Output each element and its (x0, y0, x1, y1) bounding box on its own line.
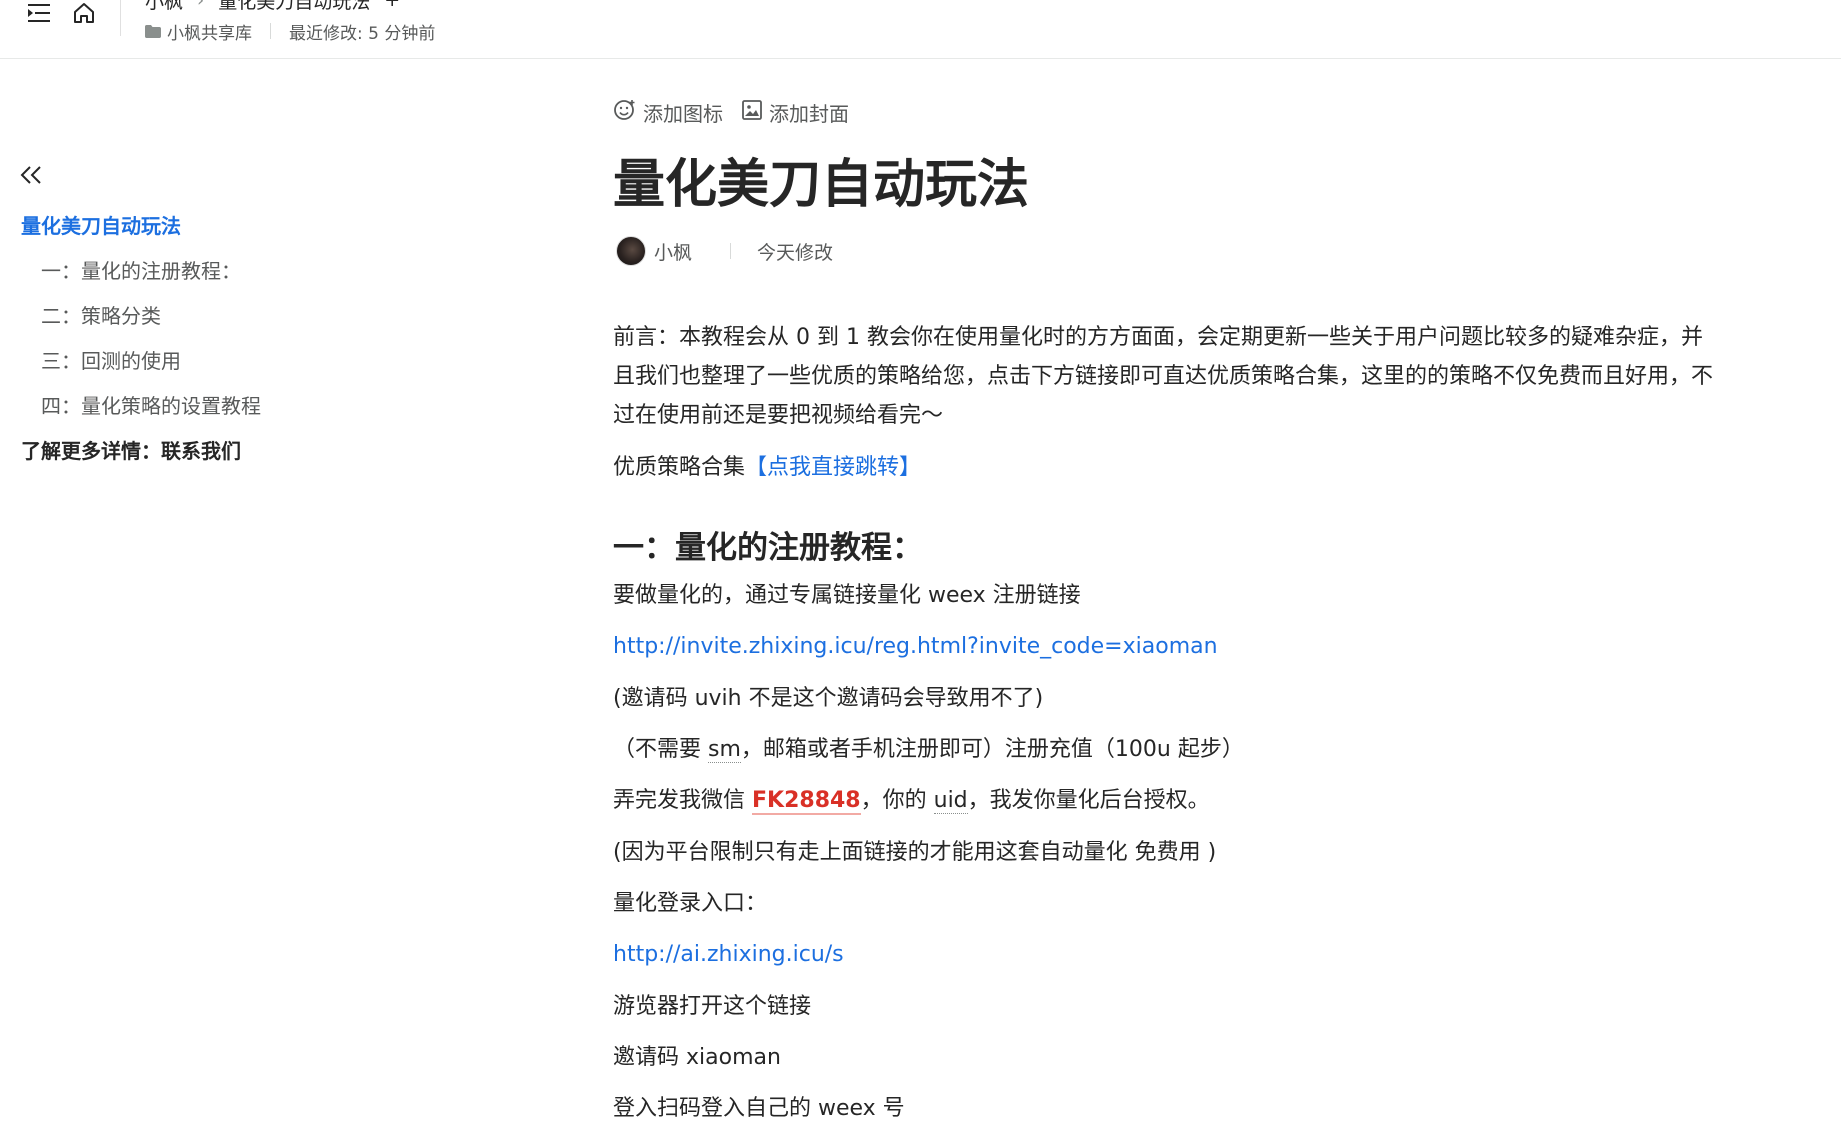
register-link[interactable]: http://invite.zhixing.icu/reg.html?invit… (613, 634, 1218, 659)
author-divider (730, 243, 732, 259)
collection-prefix: 优质策略合集 (613, 455, 746, 480)
text-fragment: ，你的 (860, 788, 934, 813)
toc-item-contact[interactable]: 了解更多详情：联系我们 (21, 427, 521, 472)
author-row: 小枫 今天修改 (616, 236, 833, 266)
breadcrumb-item-user[interactable]: 小枫 (145, 0, 183, 14)
paragraph-invite-code: 邀请码 xiaoman (613, 1045, 781, 1070)
paragraph-platform-note: (因为平台限制只有走上面链接的才能用这套自动量化 免费用 ) (613, 840, 1217, 865)
paragraph-login-scan: 登入扫码登入自己的 weex 号 (613, 1096, 905, 1121)
table-of-contents: 量化美刀自动玩法 一：量化的注册教程： 二：策略分类 三：回测的使用 四：量化策… (21, 202, 521, 472)
collection-paragraph: 优质策略合集【点我直接跳转】 (613, 448, 921, 487)
breadcrumb-item-doc[interactable]: 量化美刀自动玩法 (218, 0, 370, 14)
intro-line-3: 过在使用前还是要把视频给看完～ (613, 403, 944, 428)
text-fragment: ，我发你量化后台授权。 (967, 788, 1210, 813)
add-cover-button[interactable]: 添加封面 (741, 98, 849, 127)
author-name[interactable]: 小枫 (654, 238, 692, 265)
breadcrumb-separator: › (197, 0, 205, 11)
collapse-left-icon[interactable] (16, 160, 46, 190)
text-fragment: （不需要 (613, 737, 708, 762)
page-title: 量化美刀自动玩法 (613, 155, 1030, 215)
modified-time: 今天修改 (757, 241, 834, 264)
text-fragment: ，邮箱或者手机注册即可）注册充值（100u 起步） (740, 737, 1244, 762)
register-link-paragraph: http://invite.zhixing.icu/reg.html?invit… (613, 627, 1218, 666)
image-icon (741, 99, 763, 126)
collection-link[interactable]: 【点我直接跳转】 (745, 455, 921, 480)
folder-icon (145, 24, 161, 38)
header-divider (120, 0, 121, 36)
smile-icon (613, 98, 637, 127)
paragraph-wechat: 弄完发我微信 FK28848，你的 uid，我发你量化后台授权。 (613, 781, 1210, 820)
toc-item-register[interactable]: 一：量化的注册教程： (21, 247, 521, 292)
toc-item-settings[interactable]: 四：量化策略的设置教程 (21, 382, 521, 427)
toc-item-title[interactable]: 量化美刀自动玩法 (21, 202, 521, 247)
toc-item-strategy-types[interactable]: 二：策略分类 (21, 292, 521, 337)
add-icon-button[interactable]: 添加图标 (613, 98, 723, 127)
paragraph-register-intro: 要做量化的，通过专属链接量化 weex 注册链接 (613, 583, 1081, 608)
home-icon[interactable] (71, 0, 97, 26)
add-icon-label: 添加图标 (643, 102, 723, 126)
toc-toggle-icon[interactable] (26, 0, 52, 26)
doc-actions: 添加图标 添加封面 (613, 98, 849, 127)
breadcrumb: 小枫 › 量化美刀自动玩法 + (145, 0, 400, 14)
section-heading-register: 一：量化的注册教程： (613, 530, 923, 566)
doc-meta: 小枫共享库 最近修改: 5 分钟前 (145, 18, 435, 44)
wechat-id: FK28848 (752, 788, 861, 815)
paragraph-open-browser: 游览器打开这个链接 (613, 994, 812, 1019)
intro-line-1: 前言：本教程会从 0 到 1 教会你在使用量化时的方方面面，会定期更新一些关于用… (613, 325, 1703, 350)
paragraph-register-method: （不需要 sm，邮箱或者手机注册即可）注册充值（100u 起步） (613, 730, 1244, 769)
login-link-paragraph: http://ai.zhixing.icu/s (613, 935, 844, 974)
meta-divider (270, 23, 271, 39)
add-cover-label: 添加封面 (769, 102, 849, 126)
term-sm: sm (708, 737, 741, 763)
avatar[interactable] (616, 236, 646, 266)
login-link[interactable]: http://ai.zhixing.icu/s (613, 942, 844, 967)
breadcrumb-add[interactable]: + (384, 0, 400, 11)
intro-line-2: 且我们也整理了一些优质的策略给您，点击下方链接即可直达优质策略合集，这里的的策略… (613, 364, 1714, 389)
paragraph-invite-note: (邀请码 uvih 不是这个邀请码会导致用不了) (613, 686, 1044, 711)
term-uid: uid (933, 788, 968, 814)
library-link[interactable]: 小枫共享库 (167, 19, 252, 44)
text-fragment: 弄完发我微信 (613, 788, 752, 813)
last-modified: 最近修改: 5 分钟前 (289, 23, 436, 44)
paragraph-login-entry: 量化登录入口： (613, 891, 768, 916)
toc-item-backtest[interactable]: 三：回测的使用 (21, 337, 521, 382)
top-header: 小枫 › 量化美刀自动玩法 + 小枫共享库 最近修改: 5 分钟前 (0, 0, 1841, 59)
